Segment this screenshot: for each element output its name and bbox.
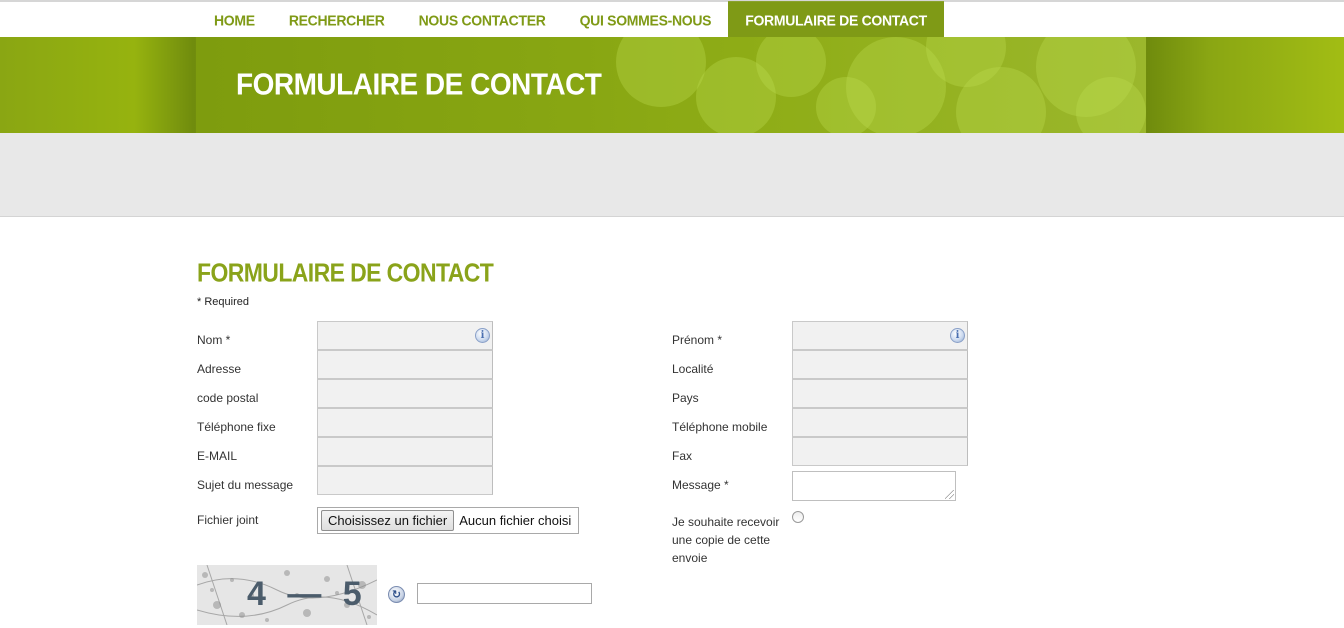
grey-band (0, 133, 1344, 217)
refresh-icon[interactable]: ↻ (388, 586, 405, 603)
file-status: Aucun fichier choisi (459, 513, 572, 528)
required-note: * Required (197, 296, 249, 308)
nom-field[interactable]: i (317, 321, 493, 350)
banner-title: FORMULAIRE DE CONTACT (236, 67, 602, 102)
copy-label: Je souhaite recevoir une copie de cette … (672, 513, 779, 567)
banner-bubble (1076, 77, 1146, 133)
info-icon[interactable]: i (475, 328, 490, 343)
email-label: E-MAIL (197, 449, 238, 463)
telephone-mobile-label: Téléphone mobile (672, 420, 768, 434)
main-nav: HOME RECHERCHER NOUS CONTACTER QUI SOMME… (197, 1, 944, 38)
telephone-fixe-field[interactable] (317, 408, 493, 437)
prenom-field[interactable]: i (792, 321, 968, 350)
code-postal-field[interactable] (317, 379, 493, 408)
banner-bubble (616, 37, 706, 107)
copy-radio[interactable] (792, 511, 804, 523)
pays-label: Pays (672, 391, 699, 405)
nom-label: Nom * (197, 333, 231, 347)
nav-formulaire-de-contact[interactable]: FORMULAIRE DE CONTACT (728, 1, 944, 38)
fax-field[interactable] (792, 437, 968, 466)
localite-label: Localité (672, 362, 714, 376)
form-title: FORMULAIRE DE CONTACT (197, 258, 494, 288)
email-field[interactable] (317, 437, 493, 466)
message-label: Message * (672, 478, 729, 492)
choose-file-button[interactable]: Choisissez un fichier (321, 510, 455, 531)
localite-field[interactable] (792, 350, 968, 379)
copy-label-line: une copie de cette (672, 533, 771, 547)
captcha-input[interactable] (417, 583, 592, 604)
telephone-mobile-field[interactable] (792, 408, 968, 437)
pays-field[interactable] (792, 379, 968, 408)
fichier-joint-label: Fichier joint (197, 513, 259, 527)
fax-label: Fax (672, 449, 693, 463)
captcha-text: 4 — 5 (247, 575, 368, 613)
sujet-label: Sujet du message (197, 478, 294, 492)
captcha-image: 4 — 5 (197, 565, 377, 625)
page-banner: FORMULAIRE DE CONTACT (196, 37, 1146, 133)
resize-grip-icon[interactable] (945, 490, 954, 499)
sujet-field[interactable] (317, 466, 493, 495)
adresse-field[interactable] (317, 350, 493, 379)
copy-label-line: envoie (672, 551, 708, 565)
prenom-label: Prénom * (672, 333, 723, 347)
nav-rechercher[interactable]: RECHERCHER (272, 1, 402, 38)
nav-nous-contacter[interactable]: NOUS CONTACTER (402, 1, 563, 38)
message-textarea[interactable] (792, 471, 956, 501)
adresse-label: Adresse (197, 362, 242, 376)
nav-qui-sommes-nous[interactable]: QUI SOMMES-NOUS (563, 1, 729, 38)
copy-label-line: Je souhaite recevoir (672, 515, 780, 529)
info-icon[interactable]: i (950, 328, 965, 343)
telephone-fixe-label: Téléphone fixe (197, 420, 276, 434)
file-input[interactable]: Choisissez un fichier Aucun fichier choi… (317, 507, 579, 534)
nav-home[interactable]: HOME (197, 1, 272, 38)
code-postal-label: code postal (197, 391, 259, 405)
